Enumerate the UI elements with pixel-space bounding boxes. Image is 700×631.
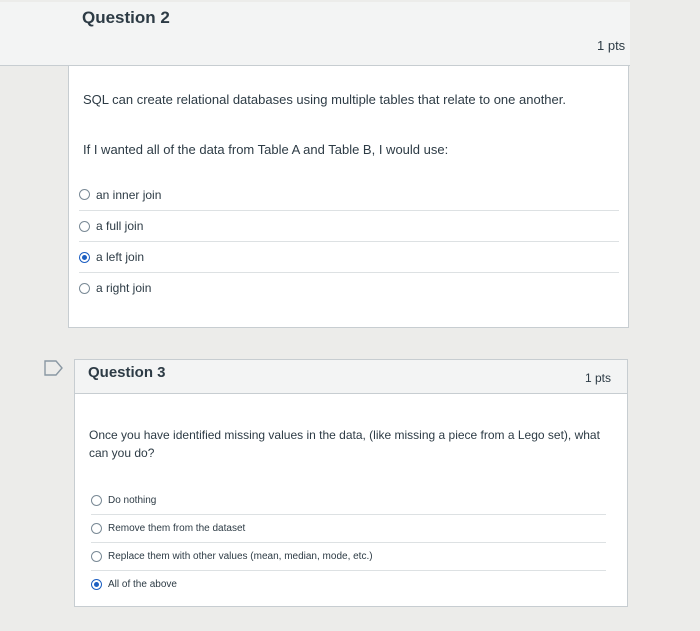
answer-option[interactable]: a right join xyxy=(79,272,619,303)
question-points: 1 pts xyxy=(585,371,612,385)
question-header: Question 2 1 pts xyxy=(0,2,630,66)
radio-icon[interactable] xyxy=(91,551,102,562)
question-text: SQL can create relational databases usin… xyxy=(83,92,566,107)
answer-option[interactable]: a left join xyxy=(79,241,619,272)
question-title: Question 2 xyxy=(82,8,170,27)
answer-option[interactable]: All of the above xyxy=(91,570,606,598)
question-text-2: If I wanted all of the data from Table A… xyxy=(83,142,449,157)
answer-label: Replace them with other values (mean, me… xyxy=(108,551,373,562)
answer-option[interactable]: Remove them from the dataset xyxy=(91,514,606,542)
answer-list: an inner join a full join a left join a rig… xyxy=(79,179,619,303)
question-header: Question 3 1 pts xyxy=(75,360,627,394)
question-card-3: Question 3 1 pts Once you have identifie… xyxy=(74,359,628,607)
radio-icon[interactable] xyxy=(91,523,102,534)
radio-selected-icon[interactable] xyxy=(91,579,102,590)
question-title: Question 3 xyxy=(88,364,166,381)
radio-selected-icon[interactable] xyxy=(79,251,90,263)
answer-option[interactable]: a full join xyxy=(79,210,619,241)
answer-label: a right join xyxy=(96,281,152,295)
answer-list: Do nothing Remove them from the dataset Re… xyxy=(91,486,606,598)
answer-label: a full join xyxy=(96,219,144,233)
answer-label: a left join xyxy=(96,250,145,264)
answer-option[interactable]: an inner join xyxy=(79,179,619,210)
radio-icon[interactable] xyxy=(91,494,102,506)
radio-icon[interactable] xyxy=(79,189,90,200)
radio-icon[interactable] xyxy=(79,282,90,294)
answer-label: Do nothing xyxy=(108,494,157,506)
radio-icon[interactable] xyxy=(79,220,90,232)
answer-option[interactable]: Replace them with other values (mean, me… xyxy=(91,542,606,570)
answer-label: All of the above xyxy=(108,579,177,590)
answer-label: an inner join xyxy=(96,187,162,202)
question-points: 1 pts xyxy=(597,38,626,53)
answer-label: Remove them from the dataset xyxy=(108,523,246,534)
answer-option[interactable]: Do nothing xyxy=(91,486,606,514)
question-card-2: Question 2 1 pts SQL can create relation… xyxy=(0,2,630,328)
flag-question-icon[interactable] xyxy=(44,360,64,376)
question-text: Once you have identified missing values … xyxy=(89,428,600,460)
